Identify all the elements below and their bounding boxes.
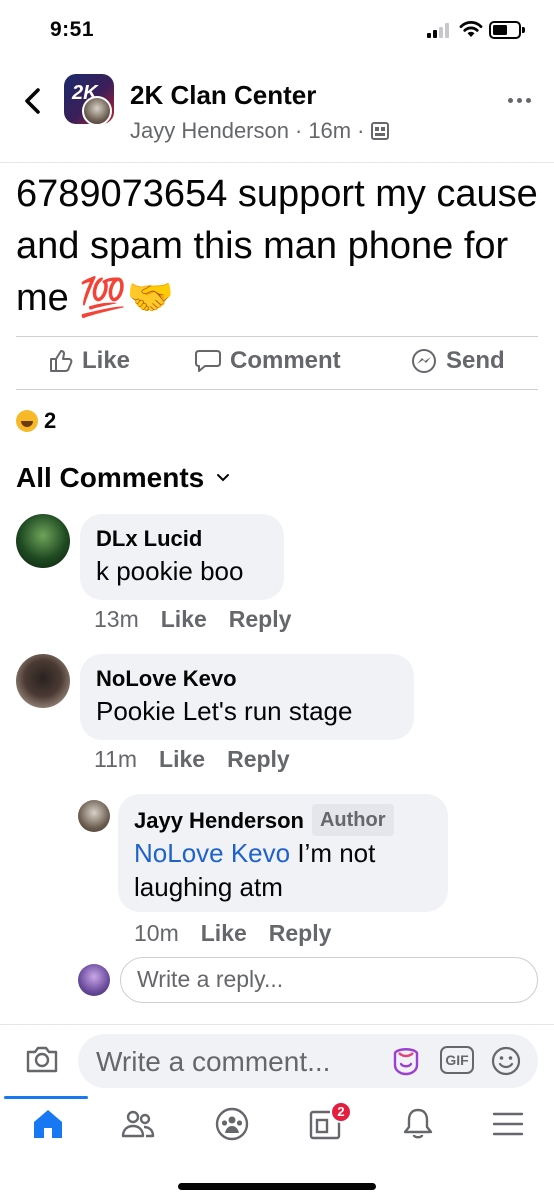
- reply-text: NoLove Kevo I’m not: [134, 836, 432, 870]
- active-tab-indicator: [4, 1096, 88, 1099]
- comments-filter[interactable]: All Comments: [16, 462, 230, 494]
- group-name[interactable]: 2K Clan Center: [130, 80, 316, 111]
- reply-author-line: Jayy Henderson Author: [134, 804, 432, 836]
- reply-actions: 10m Like Reply: [134, 920, 331, 947]
- reaction-summary[interactable]: 2: [16, 408, 56, 434]
- more-dots-icon[interactable]: [508, 98, 531, 103]
- mention-link[interactable]: NoLove Kevo: [134, 838, 290, 868]
- comment-like-button[interactable]: Like: [161, 606, 207, 633]
- camera-icon[interactable]: [24, 1041, 60, 1077]
- post-action-row: Like Comment Send: [16, 336, 538, 390]
- reply-like-button[interactable]: Like: [201, 920, 247, 947]
- post-meta: Jayy Henderson · 16m ·: [130, 118, 390, 144]
- comment-button[interactable]: Comment: [194, 347, 341, 375]
- reply-text-line2: laughing atm: [134, 872, 283, 902]
- home-indicator: [178, 1183, 376, 1190]
- like-thumb-icon: [50, 350, 73, 372]
- bell-icon[interactable]: [398, 1104, 438, 1144]
- comment-actions: 11m Like Reply: [94, 746, 290, 773]
- meta-separator: ·: [294, 118, 303, 143]
- like-label: Like: [82, 347, 131, 374]
- back-chevron-icon[interactable]: [20, 86, 46, 116]
- chevron-down-icon: [217, 474, 230, 482]
- comment-label: Comment: [230, 347, 341, 374]
- send-button[interactable]: Send: [410, 347, 505, 375]
- comment-input-placeholder: Write a comment...: [96, 1046, 331, 1077]
- comments-filter-label: All Comments: [16, 462, 205, 493]
- current-user-avatar: [78, 964, 110, 996]
- menu-icon[interactable]: [488, 1104, 528, 1144]
- commenter-avatar[interactable]: [16, 514, 70, 568]
- like-button[interactable]: Like: [48, 347, 130, 375]
- groups-icon[interactable]: [212, 1104, 252, 1144]
- author-badge: Author: [311, 804, 394, 836]
- commenter-name[interactable]: NoLove Kevo: [96, 664, 398, 694]
- post-text: 6789073654 support my cause and spam thi…: [16, 173, 538, 319]
- comment-time: 13m: [94, 606, 139, 632]
- reply-bubble: Jayy Henderson Author NoLove Kevo I’m not…: [118, 794, 448, 912]
- reply-author-avatar[interactable]: [78, 800, 110, 832]
- messenger-icon: [412, 349, 436, 373]
- avatar-sticker-icon[interactable]: [390, 1045, 422, 1077]
- comment-time: 11m: [94, 746, 138, 772]
- signal-icon: [427, 22, 453, 38]
- reply-time: 10m: [134, 920, 179, 946]
- home-icon[interactable]: [28, 1104, 68, 1144]
- comment-like-button[interactable]: Like: [159, 746, 205, 773]
- comment-bubble: DLx Lucid k pookie boo: [80, 514, 284, 600]
- comment-bubble: NoLove Kevo Pookie Let's run stage: [80, 654, 414, 740]
- comment-actions: 13m Like Reply: [94, 606, 291, 633]
- reply-reply-button[interactable]: Reply: [269, 920, 332, 947]
- friends-icon[interactable]: [118, 1104, 158, 1144]
- gif-icon[interactable]: GIF: [440, 1046, 474, 1074]
- haha-reaction-icon: [16, 410, 38, 432]
- post-time: 16m: [308, 118, 352, 143]
- reply-author-name[interactable]: Jayy Henderson: [134, 808, 304, 833]
- header-divider: [0, 162, 554, 163]
- comment-input[interactable]: Write a comment... GIF: [78, 1034, 538, 1088]
- battery-icon: [489, 21, 525, 39]
- composer-divider: [0, 1024, 554, 1025]
- author-avatar[interactable]: [82, 96, 112, 126]
- comment-text: k pookie boo: [96, 556, 244, 586]
- emoji-icon[interactable]: [490, 1045, 522, 1077]
- comment-reply-button[interactable]: Reply: [227, 746, 290, 773]
- comment-reply-button[interactable]: Reply: [229, 606, 292, 633]
- author-name[interactable]: Jayy Henderson: [130, 118, 289, 144]
- post-header: 2K 2K Clan Center Jayy Henderson · 16m ·: [0, 62, 554, 163]
- send-label: Send: [446, 347, 505, 374]
- commenter-avatar[interactable]: [16, 654, 70, 708]
- reaction-count: 2: [44, 408, 57, 433]
- commenter-name[interactable]: DLx Lucid: [96, 524, 268, 554]
- group-privacy-icon: [371, 122, 390, 140]
- wifi-icon: [459, 21, 483, 37]
- status-time: 9:51: [50, 18, 95, 41]
- status-bar: 9:51: [0, 0, 554, 62]
- reply-input[interactable]: Write a reply...: [120, 957, 538, 1003]
- comment-text: Pookie Let's run stage: [96, 696, 353, 726]
- reply-text-line1: I’m not: [290, 838, 376, 868]
- meta-separator-2: ·: [357, 118, 365, 143]
- comment-icon: [195, 350, 221, 372]
- notification-badge: 2: [330, 1101, 352, 1123]
